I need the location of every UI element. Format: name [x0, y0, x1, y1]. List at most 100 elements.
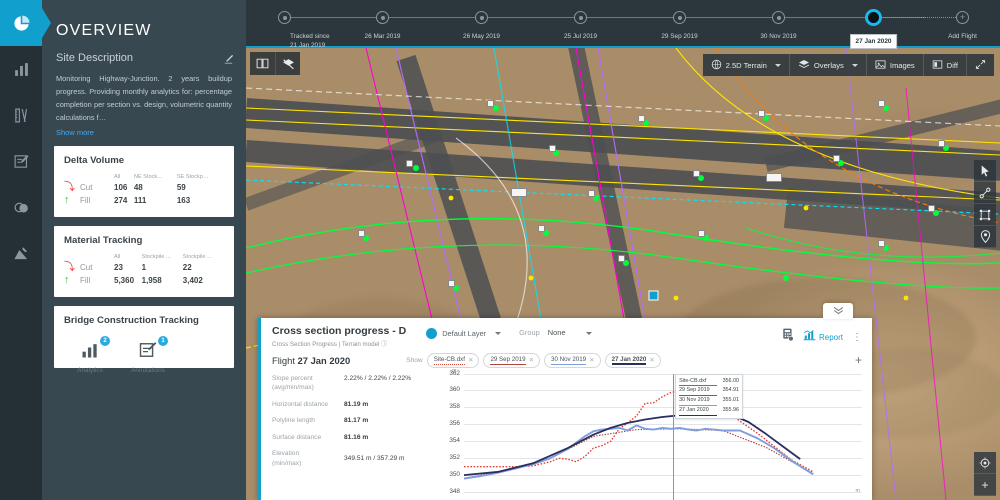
material-tracking-title: Material Tracking — [64, 234, 143, 246]
table-header-row: All NE Stock… SE Stockp… — [64, 172, 224, 181]
timeline-label: 29 Sep 2019 — [661, 33, 698, 40]
map-toolbar: 2.5D Terrain Overlays Images Diff — [702, 54, 994, 76]
group-value: None — [547, 328, 566, 337]
report-label: Report — [818, 332, 843, 342]
sidebar-item-overview[interactable] — [0, 0, 51, 46]
tooltip-row: Site-CB.dxf 356.00 — [679, 377, 739, 387]
polygon-icon[interactable] — [974, 204, 996, 226]
y-axis-tick: 354 — [449, 436, 460, 444]
report-button[interactable]: Report — [803, 328, 843, 346]
report-chart-icon — [803, 328, 816, 346]
fill-se-value: 163 — [176, 195, 191, 205]
chevron-down-icon — [585, 332, 592, 335]
row-label-cut: Cut — [80, 262, 93, 272]
table-row: ↑ Fill 5,360 1,958 3,402 — [64, 274, 224, 287]
export-calculator-icon[interactable] — [782, 328, 794, 346]
close-icon[interactable]: ✕ — [468, 356, 473, 364]
analytics-label: Analytics — [77, 366, 103, 374]
close-icon[interactable]: ✕ — [589, 356, 594, 364]
images-button[interactable]: Images — [867, 54, 924, 76]
target-icon[interactable] — [974, 452, 996, 474]
add-series-button[interactable]: + — [855, 353, 862, 367]
timeline-label: 26 May 2019 — [463, 33, 500, 40]
close-icon[interactable]: ✕ — [529, 356, 534, 364]
series-chip-list: Site-CB.dxf ✕ 29 Sep 2019 ✕ 30 Nov 2019 … — [426, 353, 661, 368]
cursor-icon[interactable] — [974, 160, 996, 182]
table-row: ⤵ Cut 23 1 22 — [64, 261, 224, 274]
y-axis-tick: 356 — [449, 420, 460, 428]
stat-value: 2.22% / 2.22% / 2.22% — [344, 374, 412, 382]
timeline-node-start[interactable]: Tracked since 21 Jan 2019 — [278, 11, 330, 49]
sidebar-item-terrain[interactable] — [0, 230, 42, 276]
sidebar-item-measure[interactable] — [0, 92, 42, 138]
expand-icon — [975, 59, 986, 72]
add-flight-button[interactable]: + Add Flight — [948, 11, 977, 40]
bridge-annotations-button[interactable]: 1 Annotations — [126, 335, 170, 374]
timeline-node-1[interactable]: 26 May 2019 — [463, 11, 500, 40]
timeline-track-future — [872, 17, 962, 18]
material-tracking-card: Material Tracking All Stockpile … Stockp… — [54, 225, 234, 297]
panel-collapse-button[interactable] — [823, 303, 853, 319]
bridge-analytics-button[interactable]: 2 Analytics — [68, 335, 112, 374]
stat-key: Surface distance — [272, 433, 322, 441]
fill-arrow-icon: ↑ — [64, 273, 70, 286]
terrain-mode-button[interactable]: 2.5D Terrain — [703, 54, 790, 76]
overlays-button[interactable]: Overlays — [790, 54, 867, 76]
edit-pencil-icon[interactable] — [223, 52, 234, 70]
series-chip-27-jan-2020[interactable]: 27 Jan 2020 ✕ — [604, 353, 661, 368]
timeline-node-5-selected[interactable]: 27 Jan 2020 — [849, 9, 898, 50]
zoom-in-icon[interactable]: + — [974, 474, 996, 496]
layer-select[interactable]: Default Layer — [426, 328, 502, 339]
col-all: All — [114, 173, 121, 180]
note-edit-icon — [138, 341, 158, 364]
fill-all-value: 5,360 — [114, 275, 135, 285]
diff-button[interactable]: Diff — [924, 54, 967, 76]
timeline-node-2[interactable]: 25 Jul 2019 — [564, 11, 597, 40]
flight-timeline: Tracked since 21 Jan 2019 26 Mar 2019 26 … — [246, 0, 1000, 50]
sidebar-item-annotations[interactable] — [0, 138, 42, 184]
series-chip-29-sep-2019[interactable]: 29 Sep 2019 ✕ — [483, 353, 541, 368]
tracked-since-label: Tracked since 21 Jan 2019 — [290, 33, 330, 50]
timeline-dot — [772, 11, 785, 24]
sidebar-item-volumes[interactable] — [0, 184, 42, 230]
y-axis-tick: 350 — [449, 470, 460, 478]
sidebar-item-analytics[interactable] — [0, 46, 42, 92]
book-icon[interactable] — [250, 52, 275, 75]
chevron-down-icon — [851, 63, 858, 67]
y-axis-tick: 362 — [449, 369, 460, 377]
measure-line-icon[interactable] — [974, 182, 996, 204]
cross-section-chart[interactable]: m m 348 350 352 354 356 358 360 362 Site-CB.dxf… — [444, 368, 862, 500]
plus-icon: + — [956, 11, 969, 24]
info-icon[interactable]: ⓘ — [381, 341, 387, 348]
annotations-badge: 1 — [158, 335, 168, 346]
close-icon[interactable]: ✕ — [649, 356, 654, 364]
stat-value: 81.19 m — [344, 400, 369, 408]
timeline-node-3[interactable]: 29 Sep 2019 — [661, 11, 698, 40]
show-more-link[interactable]: Show more — [42, 125, 246, 137]
bar-chart-icon — [80, 343, 100, 364]
timeline-node-4[interactable]: 30 Nov 2019 — [760, 11, 797, 40]
cross-section-subtitle: Cross Section Progress | Terrain model ⓘ — [272, 341, 388, 348]
series-chip-site-cb[interactable]: Site-CB.dxf ✕ — [426, 353, 480, 368]
timeline-dot — [278, 11, 291, 24]
tooltip-row: 30 Nov 2019 355.01 — [679, 396, 739, 407]
timeline-dot-selected — [865, 9, 882, 26]
stat-polyline-length: Polyline length 81.17 m — [272, 416, 440, 426]
timeline-node-0[interactable]: 26 Mar 2019 — [365, 11, 400, 40]
more-options-icon[interactable]: ⋮ — [852, 332, 862, 342]
tooltip-row: 29 Sep 2019 354.91 — [679, 386, 739, 397]
layer-color-swatch — [426, 328, 438, 339]
series-chip-30-nov-2019[interactable]: 30 Nov 2019 ✕ — [544, 353, 601, 368]
location-pin-icon[interactable] — [974, 226, 996, 248]
cut-all-value: 106 — [114, 182, 128, 192]
hide-layers-icon[interactable] — [275, 52, 300, 75]
analytics-badge: 2 — [100, 335, 110, 346]
chip-label: 30 Nov 2019 — [551, 356, 587, 365]
expand-button[interactable] — [967, 54, 994, 76]
map-left-tools — [250, 52, 300, 75]
chart-cursor-line — [673, 373, 675, 500]
row-label-fill: Fill — [80, 195, 91, 205]
group-select[interactable]: Group None — [519, 328, 592, 337]
cut-se-value: 59 — [176, 182, 186, 192]
add-flight-label: Add Flight — [948, 33, 977, 40]
